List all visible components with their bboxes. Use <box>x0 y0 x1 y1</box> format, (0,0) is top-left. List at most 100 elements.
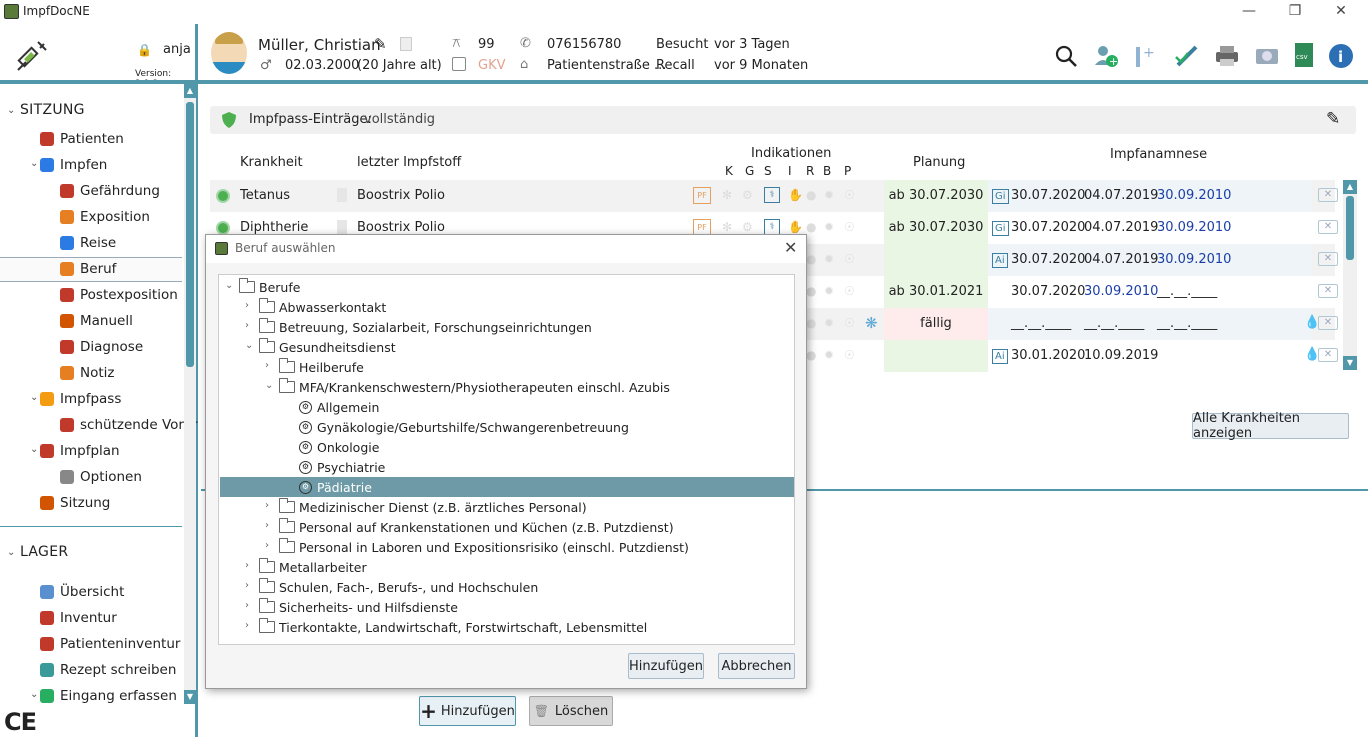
delete-button[interactable]: 🗑 Löschen <box>529 696 613 726</box>
sidebar-item-diagnose[interactable]: Diagnose <box>60 336 143 358</box>
delete-row-icon[interactable]: ✕ <box>1318 252 1338 266</box>
section-sitzung[interactable]: SITZUNG <box>20 102 85 118</box>
chevron-right-icon[interactable]: › <box>245 580 249 591</box>
sidebar-item-notiz[interactable]: Notiz <box>60 362 115 384</box>
delete-row-icon[interactable]: ✕ <box>1318 348 1338 362</box>
cell-planung[interactable] <box>884 244 988 276</box>
chevron-down-icon[interactable]: ⌄ <box>30 158 38 169</box>
tree-folder[interactable]: Metallarbeiter <box>259 557 367 577</box>
tree-folder[interactable]: Betreuung, Sozialarbeit, Forschungseinri… <box>259 317 592 337</box>
tree-folder[interactable]: Schulen, Fach-, Berufs-, und Hochschulen <box>259 577 538 597</box>
patient-name[interactable]: Müller, Christian <box>258 36 381 54</box>
tree-folder[interactable]: Personal in Laboren und Expositionsrisik… <box>279 537 689 557</box>
info-icon[interactable]: i <box>1328 43 1354 69</box>
tree-folder[interactable]: MFA/Krankenschwestern/Physiotherapeuten … <box>279 377 670 397</box>
sidebar-item-exposition[interactable]: Exposition <box>60 206 150 228</box>
search-icon[interactable] <box>1054 44 1078 68</box>
edit-patient-icon[interactable]: ✎ <box>374 35 387 53</box>
chevron-down-icon[interactable]: ⌄ <box>7 547 15 558</box>
chevron-right-icon[interactable]: › <box>265 360 269 371</box>
chevron-down-icon[interactable]: ⌄ <box>245 340 253 351</box>
chevron-right-icon[interactable]: › <box>245 560 249 571</box>
cell-planung[interactable]: ab 30.07.2030 <box>884 180 988 212</box>
chevron-right-icon[interactable]: › <box>265 540 269 551</box>
printer-icon[interactable] <box>1214 44 1240 68</box>
chevron-right-icon[interactable]: › <box>245 600 249 611</box>
add-patient-icon[interactable]: + <box>1093 43 1119 69</box>
sidebar-item-reise[interactable]: Reise <box>60 232 116 254</box>
chevron-right-icon[interactable]: › <box>265 520 269 531</box>
chevron-down-icon[interactable]: ⌄ <box>225 280 233 291</box>
delete-row-icon[interactable]: ✕ <box>1318 220 1338 234</box>
patient-avatar[interactable] <box>211 32 247 74</box>
sidebar-scrollbar[interactable]: ▲ ▼ <box>184 84 196 704</box>
tree-item[interactable]: ⚙ Pädiatrie <box>220 477 794 497</box>
table-scrollbar[interactable]: ▲ ▼ <box>1343 180 1357 370</box>
sidebar-item-übersicht[interactable]: Übersicht <box>40 581 124 603</box>
cell-planung[interactable] <box>884 340 988 372</box>
section-lager[interactable]: LAGER <box>20 544 68 560</box>
delete-row-icon[interactable]: ✕ <box>1318 284 1338 298</box>
dialog-add-button[interactable]: Hinzufügen <box>628 653 704 679</box>
vaccine-check-icon[interactable] <box>1174 43 1200 69</box>
sidebar-item-sitzung[interactable]: Sitzung <box>40 492 110 514</box>
tree-folder[interactable]: Sicherheits- und Hilfsdienste <box>259 597 458 617</box>
csv-export-icon[interactable]: csv <box>1294 42 1314 68</box>
minimize-button[interactable]: — <box>1226 0 1272 24</box>
sidebar-item-inventur[interactable]: Inventur <box>40 607 117 629</box>
chevron-down-icon[interactable]: ⌄ <box>30 689 38 700</box>
tree-folder[interactable]: Berufe <box>239 277 300 297</box>
cell-planung[interactable]: ab 30.01.2021 <box>884 276 988 308</box>
col-impfstoff[interactable]: letzter Impfstoff <box>357 155 461 170</box>
sidebar-item-patienten[interactable]: Patienten <box>40 128 124 150</box>
dialog-close-icon[interactable]: ✕ <box>784 238 797 257</box>
col-krankheit[interactable]: Krankheit <box>240 155 303 170</box>
sidebar-item-postexposition[interactable]: Postexposition <box>60 284 178 306</box>
sidebar-item-beruf[interactable]: Beruf <box>60 258 116 280</box>
tree-folder[interactable]: Medizinischer Dienst (z.B. ärztliches Pe… <box>279 497 587 517</box>
restore-button[interactable]: ❐ <box>1272 0 1318 24</box>
edit-impfpass-icon[interactable]: ✎ <box>1326 109 1340 129</box>
chevron-right-icon[interactable]: › <box>265 500 269 511</box>
tree-folder[interactable]: Tierkontakte, Landwirtschaft, Forstwirts… <box>259 617 647 637</box>
tree-item[interactable]: ⚙ Allgemein <box>299 397 379 417</box>
show-all-diseases-button[interactable]: Alle Krankheiten anzeigen <box>1192 411 1349 441</box>
dialog-cancel-button[interactable]: Abbrechen <box>718 653 795 679</box>
tree-item[interactable]: ⚙ Psychiatrie <box>299 457 385 477</box>
camera-icon[interactable] <box>1254 44 1280 68</box>
delete-row-icon[interactable]: ✕ <box>1318 316 1338 330</box>
tree-folder[interactable]: Heilberufe <box>279 357 364 377</box>
delete-row-icon[interactable]: ✕ <box>1318 188 1338 202</box>
chevron-down-icon[interactable]: ⌄ <box>265 380 273 391</box>
tree-item[interactable]: ⚙ Onkologie <box>299 437 379 457</box>
close-window-button[interactable]: ✕ <box>1318 0 1364 24</box>
add-entry-icon[interactable]: + <box>1134 43 1158 69</box>
tree-item[interactable]: ⚙ Gynäkologie/Geburtshilfe/Schwangerenbet… <box>299 417 629 437</box>
chevron-down-icon[interactable]: ⌄ <box>7 105 15 116</box>
sidebar-item-eingang-erfassen[interactable]: Eingang erfassen <box>40 685 177 707</box>
chevron-down-icon[interactable]: ⌄ <box>30 444 38 455</box>
chevron-right-icon[interactable]: › <box>245 300 249 311</box>
chevron-right-icon[interactable]: › <box>245 320 249 331</box>
title-bar: ImpfDocNE — ❐ ✕ <box>0 0 1368 24</box>
tree-folder[interactable]: Abwasserkontakt <box>259 297 386 317</box>
sidebar-item-rezept-schreiben[interactable]: Rezept schreiben <box>40 659 176 681</box>
tree-folder[interactable]: Gesundheitsdienst <box>259 337 396 357</box>
sidebar-item-schützende-vorer[interactable]: schützende Vorer <box>60 414 198 436</box>
indication-letter: B <box>823 164 832 178</box>
sidebar-item-patienteninventur[interactable]: Patienteninventur <box>40 633 180 655</box>
add-beruf-button[interactable]: + Hinzufügen <box>419 696 516 726</box>
sidebar-item-gefährdung[interactable]: Gefährdung <box>60 180 160 202</box>
sidebar-item-impfen[interactable]: Impfen <box>40 154 107 176</box>
table-row[interactable]: Tetanus Boostrix Polio PF ✻ ⚙ ⚕ ✋ ● ✹ ☉ ab 30.07.2… <box>210 180 1338 212</box>
chevron-down-icon[interactable]: ⌄ <box>30 392 38 403</box>
col-planung[interactable]: Planung <box>913 155 965 170</box>
tree-folder[interactable]: Personal auf Krankenstationen und Küchen… <box>279 517 674 537</box>
sidebar-item-optionen[interactable]: Optionen <box>60 466 142 488</box>
chevron-right-icon[interactable]: › <box>245 620 249 631</box>
sidebar-item-impfpass[interactable]: Impfpass <box>40 388 121 410</box>
cell-planung[interactable]: ab 30.07.2030 <box>884 212 988 244</box>
sidebar-item-impfplan[interactable]: Impfplan <box>40 440 120 462</box>
sidebar-item-manuell[interactable]: Manuell <box>60 310 133 332</box>
cell-planung[interactable]: fällig <box>884 308 988 340</box>
